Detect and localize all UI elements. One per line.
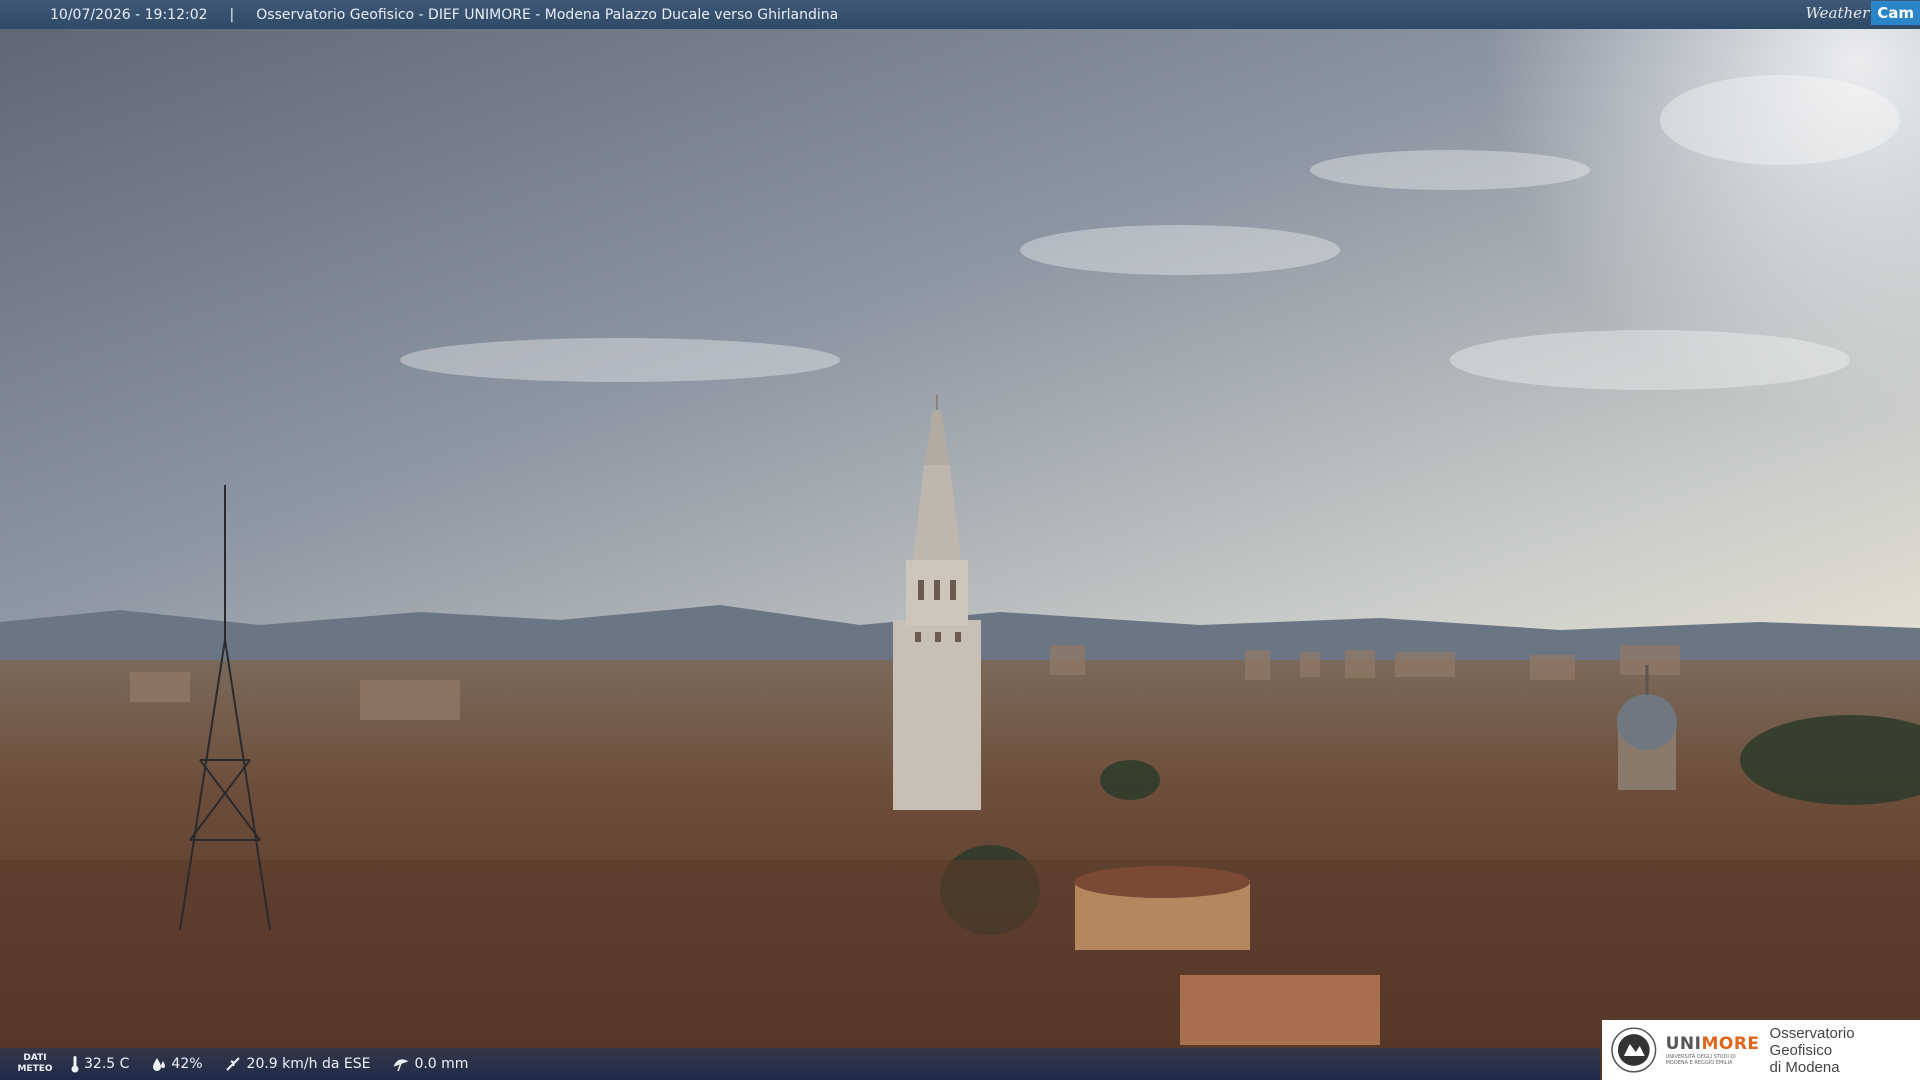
wind-reading: 20.9 km/h da ESE xyxy=(225,1056,371,1072)
camera-title: Osservatorio Geofisico - DIEF UNIMORE - … xyxy=(256,6,839,23)
header-separator: | xyxy=(229,6,235,23)
temperature-value: 32.5 C xyxy=(84,1056,130,1072)
unimore-logo: UNIMORE UNIVERSITÀ DEGLI STUDI DI MODENA… xyxy=(1602,1020,1920,1080)
rain-reading: 0.0 mm xyxy=(392,1056,468,1072)
weather-data-label: DATI METEO xyxy=(17,1053,53,1074)
weather-data-bar: DATI METEO 32.5 C 42% 20.9 km/h da ESE 0… xyxy=(0,1048,1600,1080)
wind-icon xyxy=(225,1057,240,1071)
timestamp: 10/07/2026 - 19:12:02 xyxy=(50,6,208,23)
webcam-scene xyxy=(0,0,1920,1080)
humidity-value: 42% xyxy=(171,1056,203,1072)
weathercam-weather-text: Weather xyxy=(1805,4,1870,22)
temperature-reading: 32.5 C xyxy=(70,1055,129,1073)
weathercam-logo: Weather Cam xyxy=(1805,0,1920,26)
university-seal-icon xyxy=(1611,1027,1657,1073)
unimore-subtitle: UNIVERSITÀ DEGLI STUDI DI MODENA E REGGI… xyxy=(1665,1054,1736,1066)
unimore-name-suffix: MORE xyxy=(1701,1034,1760,1054)
observatory-name: Osservatorio Geofisico di Modena xyxy=(1769,1024,1855,1076)
rain-value: 0.0 mm xyxy=(414,1056,469,1072)
unimore-name-prefix: UNI xyxy=(1665,1034,1702,1054)
weathercam-cam-text: Cam xyxy=(1871,1,1920,25)
wind-value: 20.9 km/h da ESE xyxy=(246,1056,371,1072)
umbrella-icon xyxy=(393,1059,409,1072)
header-bar: 10/07/2026 - 19:12:02 | Osservatorio Geo… xyxy=(0,0,1920,29)
thermometer-icon xyxy=(71,1056,79,1073)
humidity-reading: 42% xyxy=(151,1056,203,1072)
humidity-icon xyxy=(153,1058,166,1071)
